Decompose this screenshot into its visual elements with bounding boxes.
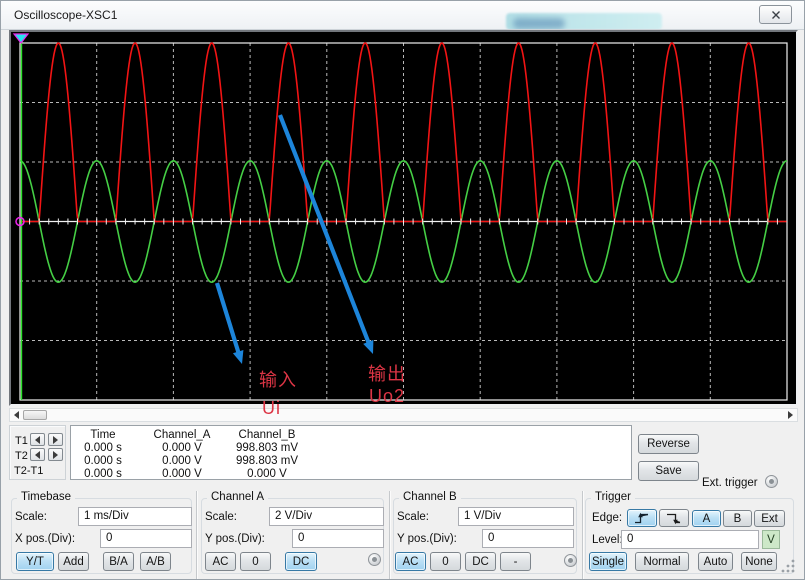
timebase-xpos-label: X pos.(Div): xyxy=(15,533,75,545)
annotation-output-cn: 输出 xyxy=(368,364,406,384)
rising-edge-icon xyxy=(634,512,650,525)
channel-a-scale-input[interactable]: 2 V/Div xyxy=(269,507,384,526)
channel-b-ypos-label: Y pos.(Div): xyxy=(397,533,457,545)
t2t1-channel-b: 0.000 V xyxy=(229,468,305,481)
highlight-artifact-inner xyxy=(513,18,565,29)
channel-a-terminal xyxy=(368,553,381,566)
scrollbar-thumb[interactable] xyxy=(23,410,47,420)
scope-canvas[interactable] xyxy=(11,32,796,404)
title-bar[interactable]: Oscilloscope-XSC1 xyxy=(1,1,804,30)
timebase-scale-label: Scale: xyxy=(15,511,47,523)
channel-b-title: Channel B xyxy=(399,491,461,504)
trigger-source-a-button[interactable]: A xyxy=(692,510,721,527)
t1-left-button[interactable] xyxy=(30,433,45,446)
left-arrow-icon xyxy=(35,451,40,459)
cursor-t1-label: T1 xyxy=(15,435,28,447)
col-header-channel-a: Channel_A xyxy=(135,429,229,442)
window-title: Oscilloscope-XSC1 xyxy=(14,8,117,22)
channel-b-minus-button[interactable]: - xyxy=(500,552,531,571)
trigger-title: Trigger xyxy=(591,491,635,504)
divider xyxy=(389,491,390,579)
timebase-ab-button[interactable]: A/B xyxy=(140,552,171,571)
scope-scrollbar[interactable] xyxy=(9,408,798,422)
cursor-t2-label: T2 xyxy=(15,450,28,462)
close-icon xyxy=(771,10,781,20)
t2t1-channel-a: 0.000 V xyxy=(135,468,229,481)
trigger-falling-edge-button[interactable] xyxy=(659,509,689,527)
right-arrow-icon xyxy=(53,451,58,459)
measurement-table: Time Channel_A Channel_B 0.000 s 0.000 V… xyxy=(70,425,632,480)
scroll-right-arrow-icon xyxy=(788,411,793,419)
channel-a-title: Channel A xyxy=(207,491,268,504)
resize-grip[interactable] xyxy=(779,557,797,575)
t1-time: 0.000 s xyxy=(71,442,135,455)
channel-b-scale-input[interactable]: 1 V/Div xyxy=(458,507,574,526)
trigger-source-b-button[interactable]: B xyxy=(723,510,752,527)
channel-a-dc-button[interactable]: DC xyxy=(285,552,317,571)
timebase-yt-button[interactable]: Y/T xyxy=(16,552,54,571)
channel-a-zero-button[interactable]: 0 xyxy=(240,552,271,571)
t2-channel-a: 0.000 V xyxy=(135,455,229,468)
scroll-left-button[interactable] xyxy=(10,409,23,421)
reverse-button[interactable]: Reverse xyxy=(638,434,699,454)
cursor-t2t1-label: T2-T1 xyxy=(14,465,43,477)
close-button[interactable] xyxy=(759,5,792,24)
col-header-time: Time xyxy=(71,429,135,442)
timebase-add-button[interactable]: Add xyxy=(58,552,89,571)
channel-a-ypos-label: Y pos.(Div): xyxy=(205,533,265,545)
oscilloscope-window: Oscilloscope-XSC1 输入 Ui 输出 Uo2 T1 T2 T2-… xyxy=(0,0,805,580)
left-arrow-icon xyxy=(35,436,40,444)
t2-time: 0.000 s xyxy=(71,455,135,468)
ext-trigger-label: Ext. trigger xyxy=(702,477,758,489)
channel-b-terminal xyxy=(564,554,577,567)
ext-trigger-terminal xyxy=(765,475,778,488)
cursor-panel: T1 T2 T2-T1 xyxy=(9,425,66,480)
t2-right-button[interactable] xyxy=(48,448,63,461)
timebase-xpos-input[interactable]: 0 xyxy=(100,529,192,548)
axis-ticks xyxy=(20,219,787,225)
save-button[interactable]: Save xyxy=(638,461,699,481)
channel-b-dc-button[interactable]: DC xyxy=(465,552,496,571)
col-header-channel-b: Channel_B xyxy=(229,429,305,442)
t1-channel-a: 0.000 V xyxy=(135,442,229,455)
trigger-source-ext-button[interactable]: Ext xyxy=(754,510,785,527)
scroll-left-arrow-icon xyxy=(14,411,19,419)
annotation-arrow-icon xyxy=(217,283,243,364)
channel-b-zero-button[interactable]: 0 xyxy=(430,552,461,571)
trigger-level-label: Level: xyxy=(592,534,623,546)
t2-channel-b: 998.803 mV xyxy=(229,455,305,468)
oscilloscope-screen xyxy=(9,30,798,406)
trigger-none-button[interactable]: None xyxy=(741,552,777,571)
trigger-level-unit: V xyxy=(762,530,780,549)
trigger-level-input[interactable]: 0 xyxy=(621,530,759,549)
channel-b-ypos-input[interactable]: 0 xyxy=(482,529,574,548)
channel-a-scale-label: Scale: xyxy=(205,511,237,523)
annotation-input-cn: 输入 xyxy=(259,370,297,390)
channel-b-ac-button[interactable]: AC xyxy=(395,552,426,571)
channel-b-scale-label: Scale: xyxy=(397,511,429,523)
timebase-scale-input[interactable]: 1 ms/Div xyxy=(78,507,192,526)
t2-left-button[interactable] xyxy=(30,448,45,461)
trigger-normal-button[interactable]: Normal xyxy=(635,552,689,571)
timebase-title: Timebase xyxy=(17,491,75,504)
channel-a-ypos-input[interactable]: 0 xyxy=(292,529,384,548)
cursor-t1-handle[interactable] xyxy=(14,34,28,43)
falling-edge-icon xyxy=(666,512,682,525)
divider xyxy=(196,491,197,579)
annotation-input-symbol: Ui xyxy=(262,398,281,418)
t1-channel-b: 998.803 mV xyxy=(229,442,305,455)
channel-a-ac-button[interactable]: AC xyxy=(205,552,236,571)
scroll-right-button[interactable] xyxy=(784,409,797,421)
annotation-arrow-icon xyxy=(280,115,373,354)
trigger-auto-button[interactable]: Auto xyxy=(698,552,733,571)
divider xyxy=(582,491,583,579)
t2t1-time: 0.000 s xyxy=(71,468,135,481)
right-arrow-icon xyxy=(53,436,58,444)
t1-right-button[interactable] xyxy=(48,433,63,446)
trigger-single-button[interactable]: Single xyxy=(589,552,627,571)
annotation-output-symbol: Uo2 xyxy=(369,386,405,406)
trigger-edge-label: Edge: xyxy=(592,512,622,524)
timebase-ba-button[interactable]: B/A xyxy=(103,552,134,571)
trigger-rising-edge-button[interactable] xyxy=(627,509,657,527)
